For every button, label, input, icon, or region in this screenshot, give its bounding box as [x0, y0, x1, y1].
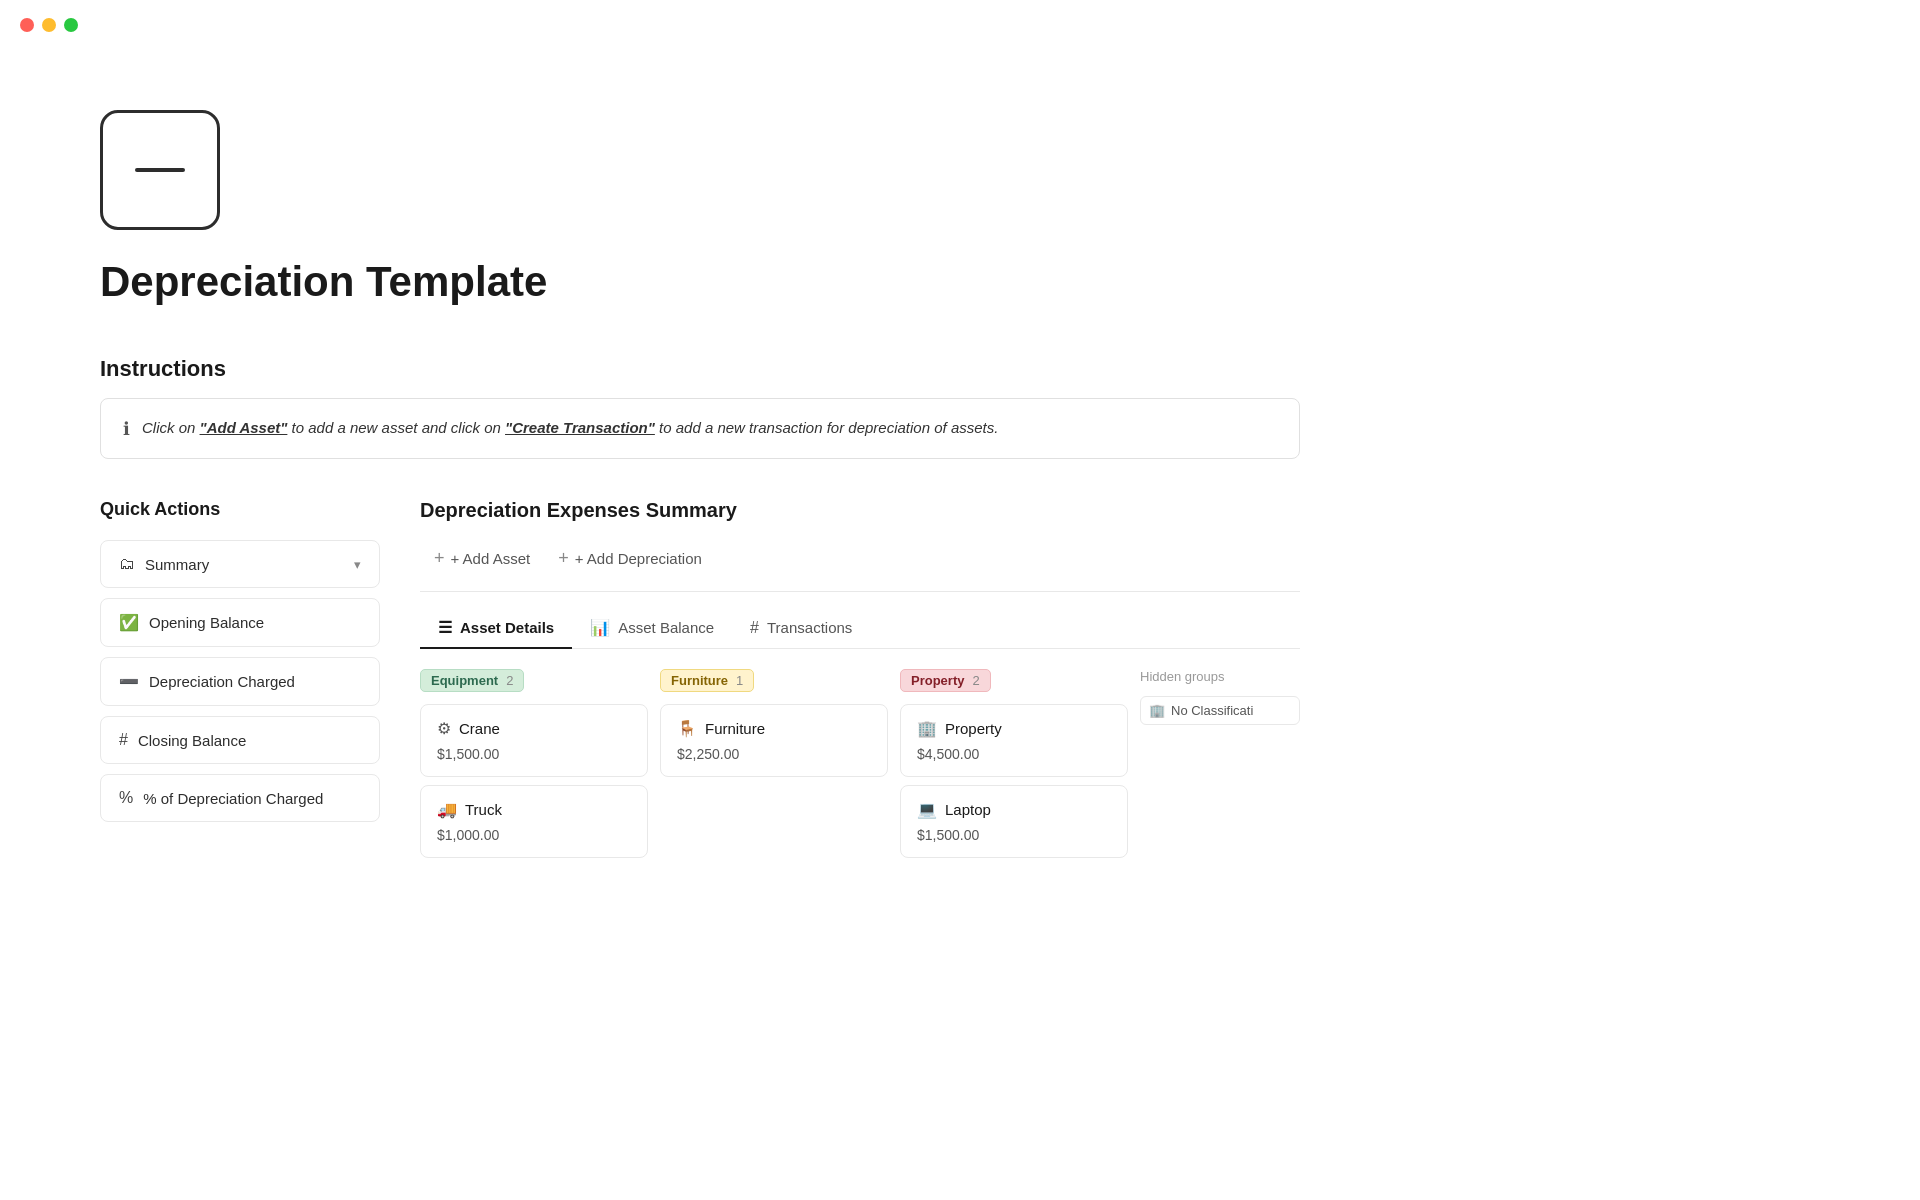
instruction-box: ℹ Click on "Add Asset" to add a new asse…	[100, 398, 1300, 459]
tab-row: ☰ Asset Details 📊 Asset Balance # Transa…	[420, 608, 1300, 649]
add-depreciation-label: + Add Depreciation	[575, 550, 702, 567]
opening-balance-icon: ✅	[119, 613, 139, 632]
sidebar: Quick Actions 🗂 Summary ▾ ✅ Opening Bala…	[100, 499, 380, 832]
tab-transactions[interactable]: # Transactions	[732, 609, 870, 649]
add-asset-label: + Add Asset	[451, 550, 531, 567]
asset-balance-tab-icon: 📊	[590, 618, 610, 637]
property-icon: 🏢	[917, 719, 937, 738]
group-furniture-header: Furniture 1	[660, 669, 888, 704]
page-title: Depreciation Template	[100, 258, 1300, 306]
group-property-label: Property 2	[900, 669, 991, 692]
asset-card-laptop[interactable]: 💻 Laptop $1,500.00	[900, 785, 1128, 858]
main-panel: Depreciation Expenses Summary + + Add As…	[420, 499, 1300, 866]
chevron-down-icon: ▾	[354, 557, 361, 572]
group-property: Property 2 🏢 Property $4,500.00 💻	[900, 669, 1128, 866]
card-columns: Equipment 2 ⚙ Crane $1,500.00 🚚 T	[420, 669, 1300, 866]
laptop-icon: 💻	[917, 800, 937, 819]
close-button[interactable]	[20, 18, 34, 32]
asset-card-furniture[interactable]: 🪑 Furniture $2,250.00	[660, 704, 888, 777]
sidebar-item-summary[interactable]: 🗂 Summary ▾	[100, 540, 380, 588]
group-property-header: Property 2	[900, 669, 1128, 704]
truck-icon: 🚚	[437, 800, 457, 819]
summary-icon: 🗂	[119, 555, 135, 573]
asset-details-tab-icon: ☰	[438, 618, 452, 637]
property-count: 2	[972, 673, 979, 688]
laptop-name-row: 💻 Laptop	[917, 800, 1111, 819]
closing-balance-label: Closing Balance	[138, 732, 246, 749]
property-name-row: 🏢 Property	[917, 719, 1111, 738]
asset-card-truck[interactable]: 🚚 Truck $1,000.00	[420, 785, 648, 858]
crane-icon: ⚙	[437, 719, 451, 738]
add-depreciation-plus-icon: +	[558, 548, 569, 569]
add-asset-plus-icon: +	[434, 548, 445, 569]
group-equipment: Equipment 2 ⚙ Crane $1,500.00 🚚 T	[420, 669, 648, 866]
crane-name-row: ⚙ Crane	[437, 719, 631, 738]
summary-label: Summary	[145, 556, 209, 573]
furniture-value: $2,250.00	[677, 746, 871, 762]
furniture-icon: 🪑	[677, 719, 697, 738]
main-content: Depreciation Template Instructions ℹ Cli…	[0, 0, 1400, 926]
asset-card-property[interactable]: 🏢 Property $4,500.00	[900, 704, 1128, 777]
crane-name: Crane	[459, 720, 500, 737]
minimize-button[interactable]	[42, 18, 56, 32]
quick-actions-heading: Quick Actions	[100, 499, 380, 520]
sidebar-item-closing-balance[interactable]: # Closing Balance	[100, 716, 380, 764]
pct-icon: %	[119, 789, 133, 807]
sidebar-item-opening-balance[interactable]: ✅ Opening Balance	[100, 598, 380, 647]
sidebar-item-pct-depreciation[interactable]: % % of Depreciation Charged	[100, 774, 380, 822]
asset-balance-tab-label: Asset Balance	[618, 619, 714, 636]
equipment-count: 2	[506, 673, 513, 688]
depreciation-charged-label: Depreciation Charged	[149, 673, 295, 690]
truck-name-row: 🚚 Truck	[437, 800, 631, 819]
depreciation-charged-icon: ➖	[119, 672, 139, 691]
opening-balance-label: Opening Balance	[149, 614, 264, 631]
furniture-name-row: 🪑 Furniture	[677, 719, 871, 738]
hidden-group-no-classification[interactable]: 🏢 No Classificati	[1140, 696, 1300, 725]
group-equipment-header: Equipment 2	[420, 669, 648, 704]
sidebar-item-depreciation-charged[interactable]: ➖ Depreciation Charged	[100, 657, 380, 706]
hidden-groups-section: Hidden groups 🏢 No Classificati	[1140, 669, 1300, 866]
crane-value: $1,500.00	[437, 746, 631, 762]
group-furniture: Furniture 1 🪑 Furniture $2,250.00	[660, 669, 888, 866]
truck-value: $1,000.00	[437, 827, 631, 843]
laptop-name: Laptop	[945, 801, 991, 818]
maximize-button[interactable]	[64, 18, 78, 32]
instruction-text: Click on "Add Asset" to add a new asset …	[142, 417, 998, 440]
property-name: Property	[945, 720, 1002, 737]
closing-balance-icon: #	[119, 731, 128, 749]
no-classification-icon: 🏢	[1149, 703, 1165, 718]
asset-card-crane[interactable]: ⚙ Crane $1,500.00	[420, 704, 648, 777]
traffic-lights	[0, 0, 98, 50]
pct-label: % of Depreciation Charged	[143, 790, 323, 807]
hidden-groups-label: Hidden groups	[1140, 669, 1300, 684]
furniture-count: 1	[736, 673, 743, 688]
page-icon	[100, 110, 220, 230]
asset-details-tab-label: Asset Details	[460, 619, 554, 636]
panel-heading: Depreciation Expenses Summary	[420, 499, 1300, 522]
truck-name: Truck	[465, 801, 502, 818]
furniture-name: Furniture	[705, 720, 765, 737]
property-value: $4,500.00	[917, 746, 1111, 762]
add-asset-button[interactable]: + + Add Asset	[420, 542, 544, 575]
info-icon: ℹ	[123, 418, 130, 440]
tab-asset-details[interactable]: ☰ Asset Details	[420, 608, 572, 649]
svg-rect-0	[135, 168, 185, 172]
group-furniture-label: Furniture 1	[660, 669, 754, 692]
transactions-tab-label: Transactions	[767, 619, 852, 636]
tab-asset-balance[interactable]: 📊 Asset Balance	[572, 608, 732, 649]
two-col-layout: Quick Actions 🗂 Summary ▾ ✅ Opening Bala…	[100, 499, 1300, 866]
instructions-heading: Instructions	[100, 356, 1300, 382]
action-bar: + + Add Asset + + Add Depreciation	[420, 542, 1300, 592]
group-equipment-label: Equipment 2	[420, 669, 524, 692]
laptop-value: $1,500.00	[917, 827, 1111, 843]
add-depreciation-button[interactable]: + + Add Depreciation	[544, 542, 716, 575]
no-classification-label: No Classificati	[1171, 703, 1253, 718]
transactions-tab-icon: #	[750, 619, 759, 637]
